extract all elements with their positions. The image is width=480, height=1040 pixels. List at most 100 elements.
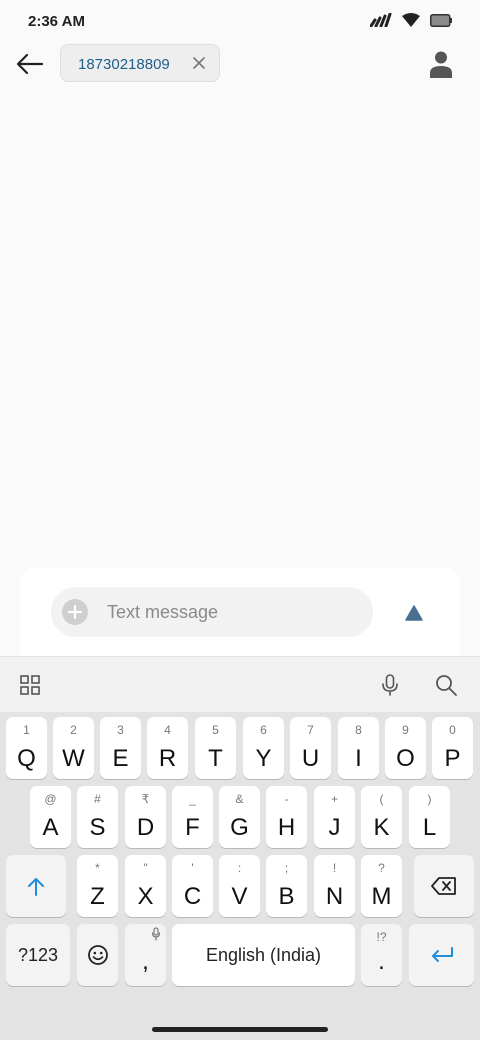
key-hint: _ — [189, 792, 196, 806]
key-hint: 2 — [70, 723, 77, 737]
key-w[interactable]: 2 W — [53, 717, 94, 779]
period-key[interactable]: !? . — [361, 924, 402, 986]
microphone-icon — [382, 674, 398, 696]
backspace-key[interactable] — [414, 855, 474, 917]
remove-recipient-button[interactable] — [189, 53, 209, 73]
search-icon — [436, 675, 457, 696]
symbols-key[interactable]: ?123 — [6, 924, 70, 986]
contact-button[interactable] — [428, 50, 454, 78]
key-letter: H — [277, 814, 296, 841]
key-z[interactable]: * Z — [77, 855, 118, 917]
key-j[interactable]: + J — [314, 786, 355, 848]
shift-icon — [28, 878, 44, 896]
voice-input-button[interactable] — [378, 673, 402, 697]
send-button[interactable] — [404, 603, 424, 623]
emoji-icon — [87, 945, 108, 965]
plus-circle-icon — [62, 599, 88, 625]
key-f[interactable]: _ F — [172, 786, 213, 848]
message-placeholder: Text message — [107, 602, 219, 622]
key-r[interactable]: 4 R — [147, 717, 188, 779]
key-hint: 9 — [402, 723, 409, 737]
key-letter: D — [136, 814, 155, 841]
recipient-chip[interactable]: 18730218809 — [60, 44, 220, 82]
close-icon — [193, 57, 205, 69]
status-time: 2:36 AM — [28, 13, 85, 30]
key-letter: I — [355, 745, 362, 772]
key-x[interactable]: " X — [125, 855, 166, 917]
key-h[interactable]: - H — [266, 786, 307, 848]
status-icons — [370, 13, 452, 27]
key-i[interactable]: 8 I — [338, 717, 379, 779]
period-key-label: . — [378, 948, 385, 975]
key-hint: 8 — [355, 723, 362, 737]
add-attachment-button[interactable] — [62, 599, 88, 625]
key-letter: W — [62, 745, 85, 772]
key-hint: ₹ — [141, 792, 150, 806]
key-s[interactable]: # S — [77, 786, 118, 848]
key-letter: O — [396, 745, 415, 772]
space-key-label: English (India) — [205, 945, 322, 965]
key-letter: M — [371, 883, 392, 910]
key-hint: - — [284, 792, 289, 806]
home-indicator[interactable] — [152, 1027, 328, 1032]
keyboard-search-button[interactable] — [434, 673, 458, 697]
key-m[interactable]: ? M — [361, 855, 402, 917]
key-y[interactable]: 6 Y — [243, 717, 284, 779]
key-letter: R — [158, 745, 177, 772]
key-letter: A — [42, 814, 59, 841]
key-hint: ( — [379, 792, 384, 806]
keyboard: 1 Q 2 W 3 E 4 R 5 T 6 Y 7 U 8 I 9 O 0 P … — [0, 712, 480, 1020]
key-letter: U — [301, 745, 320, 772]
key-p[interactable]: 0 P — [432, 717, 473, 779]
recipient-chip-label: 18730218809 — [78, 56, 170, 73]
key-letter: X — [137, 883, 154, 910]
key-l[interactable]: ) L — [409, 786, 450, 848]
key-k[interactable]: ( K — [361, 786, 402, 848]
battery-icon — [430, 13, 452, 27]
conversation-header: 18730218809 — [0, 44, 480, 84]
key-v[interactable]: : V — [219, 855, 260, 917]
key-e[interactable]: 3 E — [100, 717, 141, 779]
key-o[interactable]: 9 O — [385, 717, 426, 779]
comma-key[interactable]: , — [125, 924, 166, 986]
apps-button[interactable] — [18, 673, 42, 697]
shift-key[interactable] — [6, 855, 66, 917]
key-hint: & — [235, 792, 244, 806]
key-letter: Z — [90, 883, 105, 910]
key-letter: S — [89, 814, 106, 841]
key-hint: 7 — [307, 723, 314, 737]
key-letter: L — [422, 814, 437, 841]
key-hint: 6 — [260, 723, 267, 737]
key-g[interactable]: & G — [219, 786, 260, 848]
key-d[interactable]: ₹ D — [125, 786, 166, 848]
comma-key-label: , — [142, 948, 149, 975]
status-bar: 2:36 AM — [0, 0, 480, 44]
keyboard-toolbar — [0, 656, 480, 712]
key-hint: 4 — [164, 723, 171, 737]
key-u[interactable]: 7 U — [290, 717, 331, 779]
key-t[interactable]: 5 T — [195, 717, 236, 779]
message-input[interactable]: Text message — [51, 587, 373, 637]
key-hint: ) — [427, 792, 432, 806]
compose-area: Text message — [20, 568, 460, 656]
key-q[interactable]: 1 Q — [6, 717, 47, 779]
key-letter: E — [112, 745, 129, 772]
key-b[interactable]: ; B — [266, 855, 307, 917]
key-hint: + — [330, 792, 338, 806]
send-icon — [405, 605, 423, 621]
key-letter: T — [208, 745, 223, 772]
enter-icon — [431, 947, 453, 962]
symbols-key-label: ?123 — [17, 945, 59, 965]
key-hint: ' — [191, 861, 194, 875]
emoji-key[interactable] — [77, 924, 118, 986]
enter-key[interactable] — [409, 924, 474, 986]
key-letter: Q — [17, 745, 36, 772]
space-key[interactable]: English (India) — [172, 924, 355, 986]
key-hint: ; — [284, 861, 289, 875]
key-letter: K — [373, 814, 390, 841]
key-n[interactable]: ! N — [314, 855, 355, 917]
key-a[interactable]: @ A — [30, 786, 71, 848]
key-letter: Y — [255, 745, 272, 772]
key-c[interactable]: ' C — [172, 855, 213, 917]
back-button[interactable] — [14, 48, 46, 80]
